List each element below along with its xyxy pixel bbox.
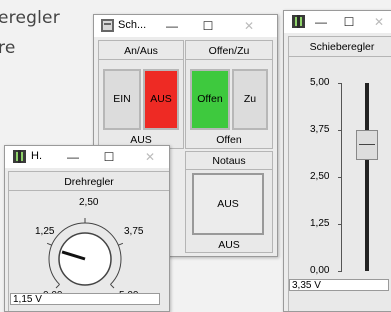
zu-button[interactable]: Zu [232,69,268,130]
offen-zu-panel: Offen/Zu Offen Zu Offen [185,40,273,149]
slider-panel: Schieberegler 5,00 3,75 2,50 1,25 0,00 3… [288,36,391,311]
knob-tick [46,242,52,246]
notaus-panel: Notaus AUS AUS [185,151,273,253]
slider-scale-000: 0,00 [310,265,330,276]
knob-tick [110,284,115,289]
maximize-button[interactable]: ☐ [336,12,362,32]
knob-tick [55,284,60,289]
offen-button[interactable]: Offen [190,69,230,130]
an-aus-panel: An/Aus EIN AUS AUS [98,40,184,149]
app-icon [13,150,26,163]
notaus-label: Notaus [212,155,246,167]
slider-window-titlebar: — ☐ ✕ [284,11,391,33]
knob-scale-250: 2,50 [79,197,99,208]
close-button[interactable]: ✕ [366,12,391,32]
maximize-button[interactable]: ☐ [96,147,122,167]
knob-scale-375: 3,75 [124,226,144,237]
knob-tick [118,242,124,246]
knob-window-title: H. [31,150,42,162]
app-icon [101,19,114,32]
aus-button[interactable]: AUS [143,69,179,130]
switch-window-title: Sch... [118,19,147,31]
slider-scale-125: 1,25 [310,218,330,229]
slider-track [365,83,369,271]
notaus-button[interactable]: AUS [192,173,264,235]
background-text-line2: re [0,38,16,58]
knob-readout: 1,15 V [10,293,160,305]
switch-window-titlebar: Sch... — ☐ ✕ [94,15,277,37]
offen-zu-state: Offen [216,134,242,146]
slider-window: — ☐ ✕ Schieberegler 5,00 3,75 2,50 1,25 … [283,10,391,312]
minimize-button[interactable]: — [308,12,334,32]
app-icon [292,15,305,28]
notaus-state: AUS [218,239,240,251]
close-button[interactable]: ✕ [137,147,163,167]
knob-label: Drehregler [64,176,114,188]
background-text-line1: eregler [0,8,60,28]
ein-button[interactable]: EIN [103,69,141,130]
slider-label: Schieberegler [309,41,375,53]
knob-scale-125: 1,25 [35,226,55,237]
knob-window-titlebar: H. — ☐ ✕ [5,146,169,168]
close-button[interactable]: ✕ [236,16,262,36]
minimize-button[interactable]: — [60,147,86,167]
slider-scale-500: 5,00 [310,77,330,88]
slider-readout: 3,35 V [289,279,389,291]
knob-panel: Drehregler 2,50 1,25 3,75 0,00 5,00 1,15… [8,171,169,311]
knob-window: H. — ☐ ✕ Drehregler 2,50 1,25 3,75 0,00 … [4,145,170,312]
an-aus-label: An/Aus [124,45,158,57]
slider-scale-250: 2,50 [310,171,330,182]
offen-zu-label: Offen/Zu [208,45,250,57]
slider-thumb[interactable] [356,130,378,161]
maximize-button[interactable]: ☐ [195,16,221,36]
slider-scale-375: 3,75 [310,124,330,135]
minimize-button[interactable]: — [159,16,185,36]
